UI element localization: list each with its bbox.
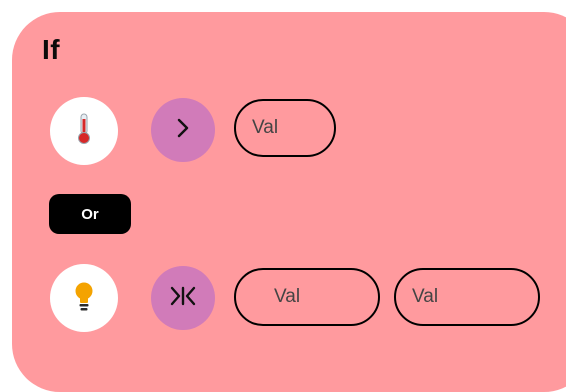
operator-button-between[interactable] bbox=[151, 266, 215, 330]
condition-title: If bbox=[42, 34, 61, 65]
value-placeholder: Val bbox=[252, 117, 279, 138]
value-placeholder: Val bbox=[412, 286, 439, 307]
thermometer-icon bbox=[72, 112, 96, 151]
max-value-input[interactable]: Val bbox=[394, 268, 540, 326]
sensor-button-temperature[interactable] bbox=[50, 97, 118, 165]
operator-button-greater-than[interactable] bbox=[151, 98, 215, 162]
logic-operator-badge[interactable]: Or bbox=[49, 194, 131, 234]
min-value-input[interactable]: Val bbox=[234, 268, 380, 326]
value-placeholder: Val bbox=[274, 286, 301, 307]
value-input[interactable]: Val bbox=[234, 99, 336, 157]
greater-than-icon bbox=[171, 116, 195, 145]
sensor-button-light[interactable] bbox=[50, 264, 118, 332]
between-icon bbox=[167, 284, 199, 313]
lightbulb-icon bbox=[72, 279, 96, 318]
